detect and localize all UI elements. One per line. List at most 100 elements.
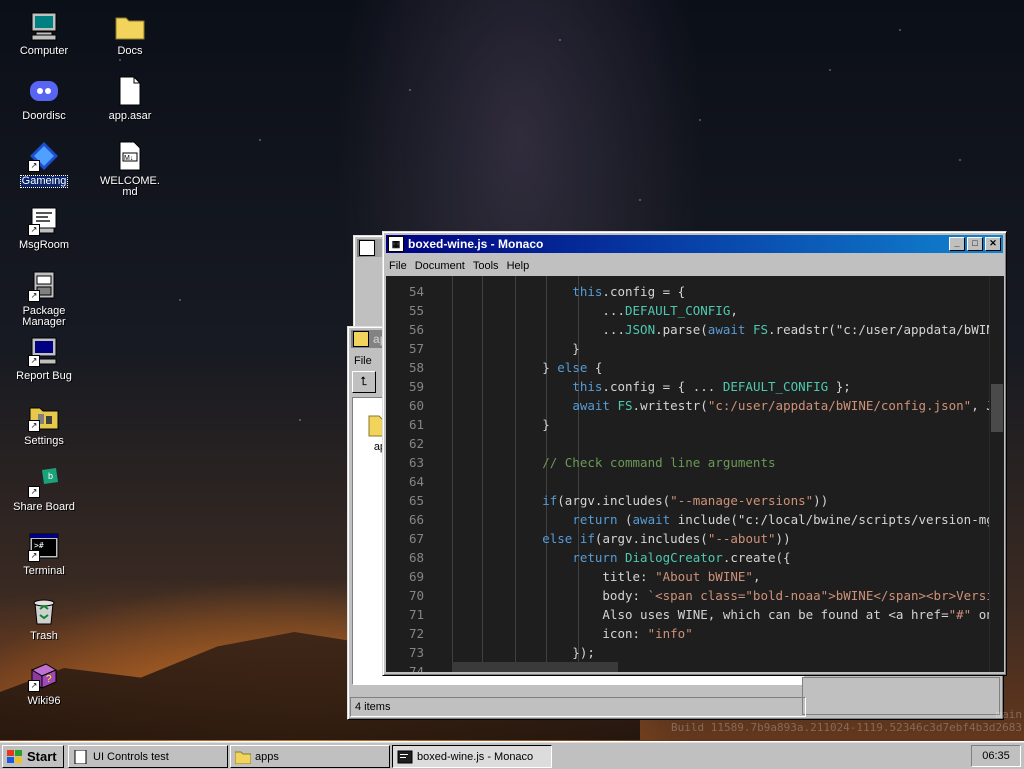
monaco-icon [397,750,413,763]
desktop-icon-app-asar[interactable]: app.asar [94,75,166,122]
desktop-icon-msgroom[interactable]: ↗ MsgRoom [8,204,80,251]
menu-help[interactable]: Help [503,260,534,272]
minimize-button[interactable]: _ [949,237,965,251]
desktop-icon-label: MsgRoom [18,239,70,251]
code-text: } [482,341,580,356]
code-text: // Check command line arguments [482,455,776,470]
window-icon [359,240,375,256]
code-text: ...JSON.parse(await FS.readstr("c:/user/… [482,322,1004,337]
desktop-icon-wiki96[interactable]: ? ↗ Wiki96 [8,660,80,707]
code-text: title: "About bWINE", [482,569,761,584]
code-text: return DialogCreator.create({ [572,550,791,565]
line-number: 65 [408,493,424,508]
desktop-icon-terminal[interactable]: ># ↗ Terminal [8,530,80,577]
desktop-icon-welcome-md[interactable]: M↓ WELCOME.md [94,140,166,198]
code-text: ...DEFAULT_CONFIG, [482,303,738,318]
folder-icon [114,10,146,42]
taskbar-item-apps[interactable]: apps [230,745,390,768]
desktop-icon-label: Report Bug [16,370,72,382]
code-text: Also uses WINE, which can be found at <a… [482,607,1004,622]
file-icon [114,75,146,107]
build-watermark: main Build 11589.7b9a893a.211024-1119.52… [671,708,1022,734]
build-watermark-line2: Build 11589.7b9a893a.211024-1119.52346c3… [671,721,1022,734]
indent-guide [452,276,453,672]
line-number: 62 [408,436,424,451]
line-number: 73 [408,645,424,660]
code-text: }); [482,645,595,660]
svg-text:b: b [48,471,53,481]
desktop-icon-label: Package Manager [22,305,66,328]
svg-text:>#: ># [34,541,44,550]
discord-icon [28,75,60,107]
line-number: 72 [408,626,424,641]
desktop-icon-doordisc[interactable]: Doordisc [8,75,80,122]
start-label: Start [27,749,57,764]
line-number: 59 [408,379,424,394]
desktop-icon-gameing[interactable]: ↗ Gameing [8,140,80,188]
horizontal-scrollbar-thumb[interactable] [452,662,618,672]
up-folder-button[interactable]: ⮤ [352,371,376,393]
desktop-icon-label: app.asar [108,110,152,122]
desktop-icon-docs[interactable]: Docs [94,10,166,57]
vertical-scrollbar[interactable] [989,276,1004,672]
taskbar: Start UI Controls test apps boxed-wine.j… [0,741,1024,769]
code-text: } else { [482,360,603,375]
taskbar-item-label: boxed-wine.js - Monaco [417,750,534,763]
desktop-icon-label: WELCOME.md [100,175,160,198]
share-board-icon: b ↗ [28,466,60,498]
computer-icon [28,10,60,42]
window-titlebar[interactable]: ▦ boxed-wine.js - Monaco _ □ ✕ [386,235,1003,253]
desktop-icon-label: Trash [30,630,58,642]
desktop-icon-computer[interactable]: Computer [8,10,80,57]
desktop-icon-label: Settings [24,435,64,447]
msgroom-icon: ↗ [28,204,60,236]
folder-icon [353,331,369,347]
window-title: boxed-wine.js - Monaco [408,237,544,251]
desktop-icon-label: Docs [117,45,143,57]
report-bug-icon: ↗ [28,335,60,367]
svg-text:M↓: M↓ [124,155,133,162]
settings-icon: ↗ [28,400,60,432]
code-text: this.config = { ... DEFAULT_CONFIG }; [572,379,851,394]
desktop-icon-settings[interactable]: ↗ Settings [8,400,80,447]
line-number: 58 [408,360,424,375]
start-button[interactable]: Start [2,745,64,768]
taskbar-item-monaco[interactable]: boxed-wine.js - Monaco [392,745,552,768]
trash-icon [28,595,60,627]
system-clock[interactable]: 06:35 [971,745,1021,767]
menu-file[interactable]: File [385,260,411,272]
desktop-icon-share-board[interactable]: b ↗ Share Board [8,466,80,513]
code-text: if(argv.includes("--manage-versions")) [542,493,829,508]
line-number: 66 [408,512,424,527]
taskbar-item-ui-controls-test[interactable]: UI Controls test [68,745,228,768]
line-number: 67 [408,531,424,546]
package-icon: ↗ [28,270,60,302]
menu-file[interactable]: File [350,355,376,367]
windows-logo-icon [7,749,22,763]
markdown-icon: M↓ [114,140,146,172]
window-icon [74,749,87,764]
taskbar-item-label: apps [255,750,279,763]
line-number: 70 [408,588,424,603]
taskbar-item-label: UI Controls test [93,750,169,763]
close-button[interactable]: ✕ [985,237,1001,251]
game-icon: ↗ [28,140,60,172]
scrollbar-thumb[interactable] [991,384,1003,432]
code-text: else if(argv.includes("--about")) [542,531,791,546]
line-number: 63 [408,455,424,470]
desktop-icon-package-manager[interactable]: ↗ Package Manager [8,270,80,328]
desktop-icon-label: Wiki96 [27,695,61,707]
desktop-icon-label: Share Board [13,501,75,513]
line-number: 68 [408,550,424,565]
monaco-icon: ▦ [388,236,404,252]
build-watermark-line1: main [995,708,1023,721]
desktop-icon-trash[interactable]: Trash [8,595,80,642]
line-number: 60 [408,398,424,413]
menu-document[interactable]: Document [411,260,469,272]
line-number: 74 [408,664,424,672]
code-editor[interactable]: 54 this.config = {55 ...DEFAULT_CONFIG, 5… [386,276,1004,672]
maximize-button[interactable]: □ [967,237,983,251]
menu-tools[interactable]: Tools [469,260,503,272]
desktop-icon-report-bug[interactable]: ↗ Report Bug [8,335,80,382]
line-number: 57 [408,341,424,356]
